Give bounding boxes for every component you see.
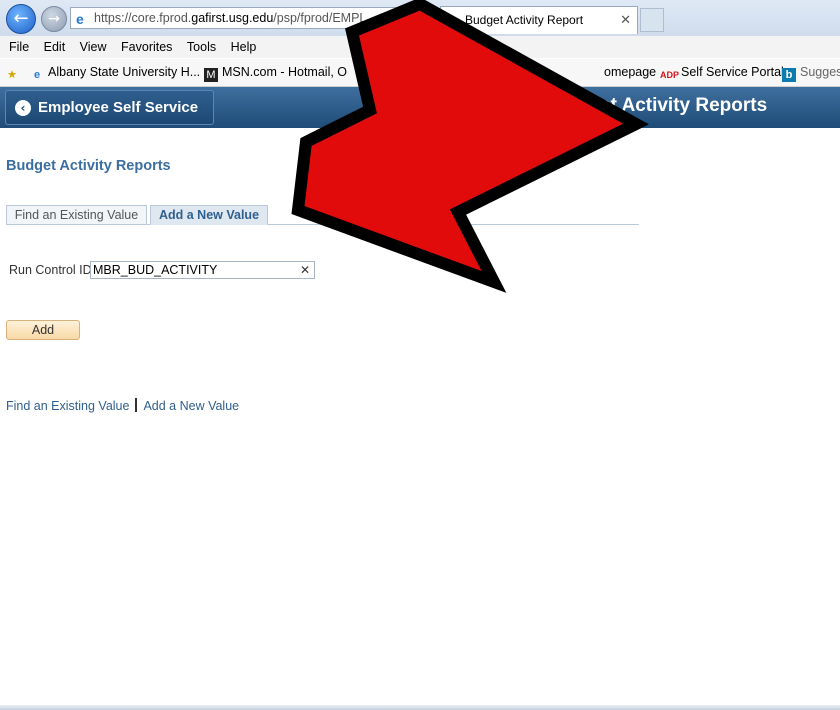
ie-page-icon: e bbox=[76, 11, 84, 27]
menu-help[interactable]: Help bbox=[231, 36, 257, 58]
page-icon: e bbox=[33, 69, 41, 81]
url-suffix: /psp/fprod/EMPL bbox=[273, 11, 367, 25]
browser-tab-title: Budget Activity Report bbox=[465, 13, 584, 27]
window-bottom-edge bbox=[0, 705, 840, 710]
favorite-albany[interactable]: e Albany State University H... bbox=[30, 59, 200, 86]
favorite-homepage[interactable]: omepage bbox=[604, 59, 656, 86]
favorite-suggested[interactable]: b Sugges bbox=[782, 59, 840, 86]
link-separator bbox=[135, 398, 138, 412]
bottom-links: Find an Existing Value Add a New Value bbox=[6, 397, 239, 415]
link-add-new-value[interactable]: Add a New Value bbox=[143, 399, 239, 413]
url-host: gafirst.usg.edu bbox=[191, 11, 274, 25]
menu-file[interactable]: File bbox=[9, 36, 29, 58]
back-icon[interactable]: ← bbox=[6, 4, 36, 34]
clear-icon[interactable]: ✕ bbox=[300, 262, 310, 278]
menu-favorites[interactable]: Favorites bbox=[121, 36, 172, 58]
adp-icon: ADP bbox=[660, 70, 680, 80]
chevron-left-icon: ‹ bbox=[15, 100, 31, 116]
tab-find-existing-value[interactable]: Find an Existing Value bbox=[6, 205, 147, 225]
browser-toolbar: ← → e https://core.fprod.gafirst.usg.edu/… bbox=[0, 0, 840, 37]
page-title: Budget Activity Reports bbox=[6, 158, 171, 174]
bing-icon: b bbox=[782, 68, 796, 82]
run-control-id-value: MBR_BUD_ACTIVITY bbox=[93, 263, 218, 277]
run-control-id-label: Run Control ID bbox=[9, 263, 92, 277]
header-title: et Activity Reports bbox=[600, 95, 768, 116]
tab-add-new-value[interactable]: Add a New Value bbox=[150, 205, 268, 225]
employee-self-service-label: Employee Self Service bbox=[38, 99, 199, 116]
menu-tools[interactable]: Tools bbox=[187, 36, 216, 58]
favorite-adp[interactable]: e ADP E bbox=[380, 59, 435, 86]
menu-edit[interactable]: Edit bbox=[44, 36, 66, 58]
favorites-star-icon[interactable]: ★ bbox=[5, 59, 23, 86]
favorites-bar: ★ e Albany State University H... M MSN.com… bbox=[0, 59, 840, 87]
address-tools-icons[interactable]: ⌕ ▾ 🔒 ↻ bbox=[380, 8, 429, 28]
close-tab-icon[interactable]: ✕ bbox=[620, 7, 631, 33]
run-control-id-input[interactable]: MBR_BUD_ACTIVITY ✕ bbox=[90, 261, 315, 279]
page-icon: e bbox=[383, 69, 391, 81]
msn-icon: M bbox=[204, 68, 218, 82]
favorite-self-service-portal[interactable]: ADP Self Service Portal bbox=[660, 59, 784, 86]
add-button[interactable]: Add bbox=[6, 320, 80, 340]
forward-icon[interactable]: → bbox=[41, 6, 67, 32]
address-bar[interactable]: e https://core.fprod.gafirst.usg.edu/psp/… bbox=[70, 7, 434, 29]
new-tab-button[interactable] bbox=[640, 8, 664, 32]
menu-view[interactable]: View bbox=[80, 36, 107, 58]
link-find-existing-value[interactable]: Find an Existing Value bbox=[6, 399, 129, 413]
url-prefix: https://core.fprod. bbox=[94, 11, 192, 25]
menu-bar: File Edit View Favorites Tools Help bbox=[0, 36, 840, 58]
employee-self-service-button[interactable]: ‹ Employee Self Service bbox=[5, 90, 214, 125]
browser-tab[interactable]: e Budget Activity Report ✕ bbox=[440, 6, 638, 34]
ie-tab-icon: e bbox=[446, 12, 454, 27]
favorite-msn[interactable]: M MSN.com - Hotmail, O bbox=[204, 59, 347, 86]
